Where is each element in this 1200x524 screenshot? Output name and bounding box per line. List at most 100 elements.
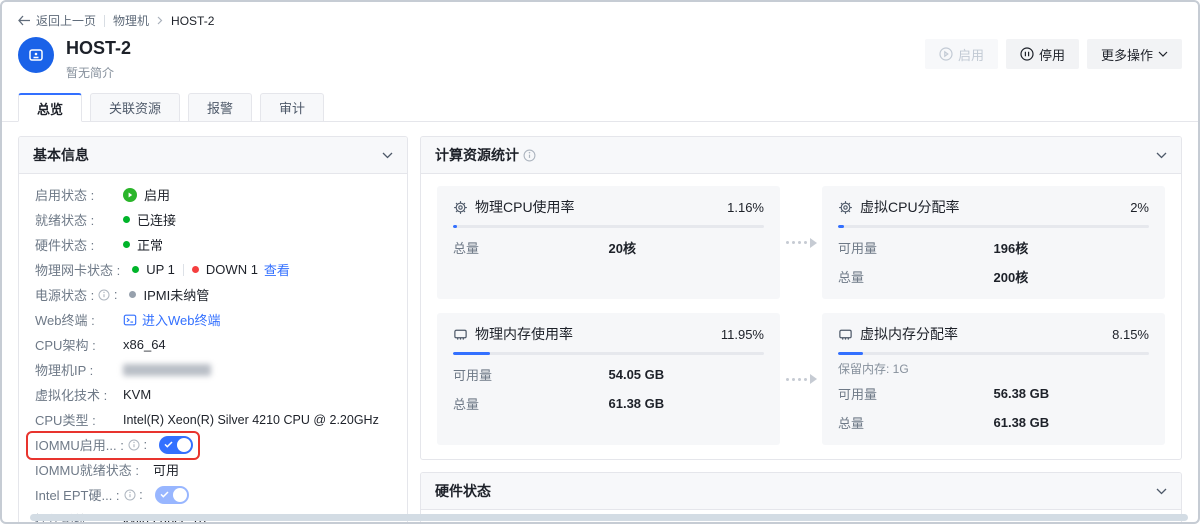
- card-title: 虚拟内存分配率: [860, 324, 1105, 344]
- row-intel-ept: Intel EPT硬...: [35, 482, 391, 507]
- row-cpu-arch: CPU架构 x86_64: [35, 332, 391, 357]
- back-arrow-icon: [18, 15, 31, 26]
- green-status-dot: [132, 266, 139, 273]
- row-label: 电源状态: [35, 285, 94, 304]
- green-status-dot: [123, 216, 130, 223]
- info-icon[interactable]: [98, 287, 117, 302]
- card-row-value: 54.05 GB: [609, 367, 665, 382]
- row-ready-status: 就绪状态 已连接: [35, 207, 391, 232]
- memory-stats-row: 物理内存使用率 11.95% 可用量 54.05 GB 总量 61.38 GB: [437, 313, 1165, 445]
- tab-alerts[interactable]: 报警: [188, 93, 252, 122]
- toggle-knob: [173, 488, 187, 502]
- hardware-status-collapse[interactable]: [1156, 488, 1167, 495]
- row-label: CPU类型: [35, 410, 96, 429]
- check-icon: [160, 491, 169, 498]
- tab-overview-label: 总览: [37, 99, 63, 118]
- chevron-down-icon: [1158, 51, 1168, 57]
- card-row-value: 196核: [994, 238, 1029, 257]
- card-percent: 1.16%: [727, 200, 764, 215]
- row-label: 虚拟化技术: [35, 385, 107, 404]
- play-circle-icon: [939, 47, 953, 61]
- redacted-ip-value: [123, 364, 211, 376]
- row-web-terminal: Web终端 进入Web终端: [35, 307, 391, 332]
- row-label: IOMMU就绪状态: [35, 460, 139, 479]
- page-title: HOST-2: [66, 37, 925, 59]
- row-label: 物理网卡状态: [35, 260, 120, 279]
- row-nic-status: 物理网卡状态 UP 1 DOWN 1 查看: [35, 257, 391, 282]
- basic-info-header: 基本信息: [19, 137, 407, 174]
- horizontal-scrollbar[interactable]: [30, 514, 1188, 521]
- right-column: 计算资源统计 物理CPU使用率: [420, 136, 1182, 524]
- status-play-icon: [123, 188, 137, 202]
- card-row: 总量 61.38 GB: [838, 413, 1149, 432]
- row-label: Intel EPT硬...: [35, 485, 120, 504]
- tab-related-resources[interactable]: 关联资源: [90, 93, 180, 122]
- basic-info-panel: 基本信息 启用状态 启用 就绪状态 已连接: [18, 136, 408, 524]
- nic-view-link[interactable]: 查看: [264, 260, 290, 279]
- iommu-ready-value: 可用: [153, 460, 179, 479]
- chevron-right-icon: [157, 16, 163, 25]
- web-terminal-link[interactable]: 进入Web终端: [123, 310, 221, 329]
- gray-status-dot: [129, 291, 136, 298]
- card-row-label: 总量: [838, 413, 994, 432]
- row-cpu-type: CPU类型 Intel(R) Xeon(R) Silver 4210 CPU @…: [35, 407, 391, 432]
- back-link[interactable]: 返回上一页: [18, 12, 96, 29]
- disable-button[interactable]: 停用: [1006, 39, 1079, 69]
- card-title: 物理CPU使用率: [475, 197, 720, 217]
- web-terminal-link-label: 进入Web终端: [142, 310, 221, 329]
- tab-audit[interactable]: 审计: [260, 93, 324, 122]
- chevron-down-icon: [382, 152, 393, 159]
- iommu-toggle[interactable]: [159, 436, 193, 454]
- basic-info-title: 基本信息: [33, 145, 89, 165]
- card-row-label: 总量: [838, 267, 994, 286]
- header-text: HOST-2 暂无简介: [66, 37, 925, 81]
- intel-ept-toggle[interactable]: [155, 486, 189, 504]
- row-iommu-enable: IOMMU启用...: [35, 432, 391, 457]
- compute-stats-body: 物理CPU使用率 1.16% 总量 20核: [421, 174, 1181, 459]
- more-actions-button[interactable]: 更多操作: [1087, 39, 1182, 69]
- info-icon[interactable]: [523, 149, 536, 162]
- row-label: IOMMU启用...: [35, 435, 124, 454]
- card-row-label: 可用量: [453, 365, 609, 384]
- card-row: 可用量 196核: [838, 238, 1149, 257]
- info-icon[interactable]: [128, 437, 147, 452]
- card-row-label: 可用量: [838, 384, 994, 403]
- compute-stats-collapse[interactable]: [1156, 152, 1167, 159]
- usage-bar: [453, 352, 764, 355]
- physical-cpu-card: 物理CPU使用率 1.16% 总量 20核: [437, 186, 780, 299]
- memory-icon: [838, 327, 853, 342]
- reserved-memory-note: 保留内存: 1G: [838, 360, 1149, 377]
- card-title: 虚拟CPU分配率: [860, 197, 1123, 217]
- info-icon[interactable]: [124, 487, 143, 502]
- card-percent: 8.15%: [1112, 327, 1149, 342]
- tab-alerts-label: 报警: [207, 98, 233, 117]
- row-label: 就绪状态: [35, 210, 94, 229]
- compute-stats-panel: 计算资源统计 物理CPU使用率: [420, 136, 1182, 460]
- nic-up-count: UP 1: [146, 262, 175, 277]
- card-row-value: 61.38 GB: [609, 396, 665, 411]
- row-virtualization: 虚拟化技术 KVM: [35, 382, 391, 407]
- breadcrumb-section[interactable]: 物理机: [113, 12, 149, 29]
- value-divider: [183, 264, 184, 276]
- row-label: 硬件状态: [35, 235, 94, 254]
- row-iommu-ready: IOMMU就绪状态 可用: [35, 457, 391, 482]
- check-icon: [164, 441, 173, 448]
- card-percent: 11.95%: [721, 327, 764, 342]
- disable-button-label: 停用: [1039, 45, 1065, 64]
- red-status-dot: [192, 266, 199, 273]
- tab-overview[interactable]: 总览: [18, 93, 82, 122]
- green-status-dot: [123, 241, 130, 248]
- usage-bar: [838, 225, 1149, 228]
- enable-button[interactable]: 启用: [925, 39, 998, 69]
- flow-arrow-icon: [780, 238, 822, 248]
- breadcrumb-divider: [104, 15, 105, 27]
- virtualization-value: KVM: [123, 387, 151, 402]
- card-row: 总量 61.38 GB: [453, 394, 764, 413]
- host-avatar: [18, 37, 54, 73]
- tab-related-resources-label: 关联资源: [109, 98, 161, 117]
- host-detail-page: 返回上一页 物理机 HOST-2 HOST-2 暂无简介 启用 停用: [0, 0, 1200, 524]
- basic-info-collapse[interactable]: [382, 152, 393, 159]
- row-label: 物理机IP: [35, 360, 93, 379]
- server-icon: [27, 46, 45, 64]
- virtual-cpu-card: 虚拟CPU分配率 2% 可用量 196核 总量 200核: [822, 186, 1165, 299]
